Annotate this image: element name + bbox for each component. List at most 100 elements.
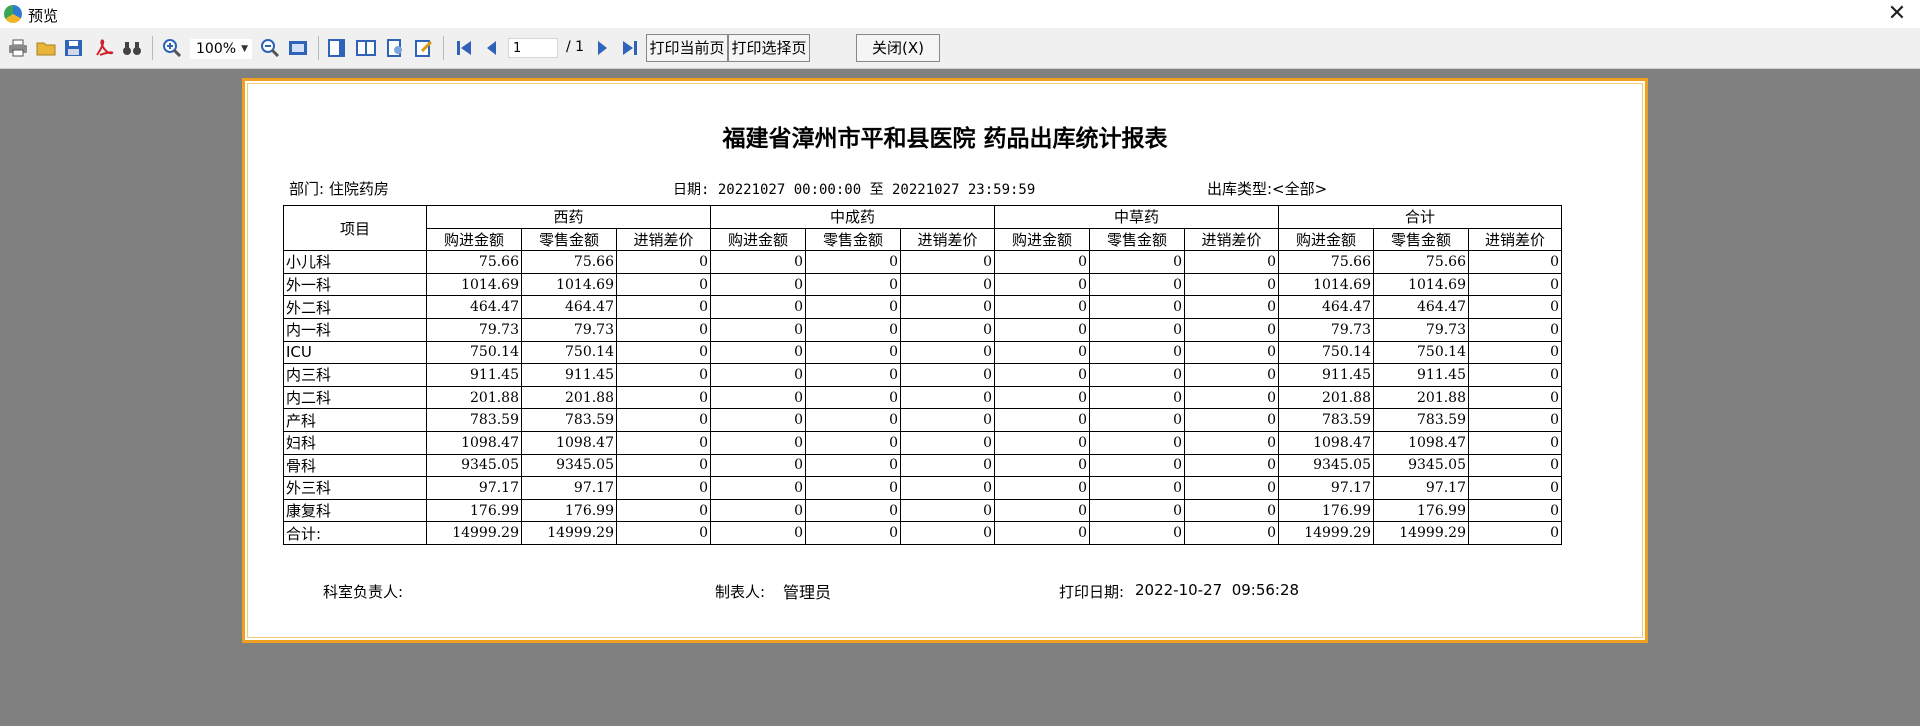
report-table: 项目 西药 中成药 中草药 合计 购进金额 零售金额 进销差价 购进金额 零售金额 进销差…	[283, 204, 1562, 545]
toolbar: 100% ▼ 1 / 1 打印当前页 打印选择页 关闭(X)	[0, 28, 1920, 69]
header-row-groups: 项目 西药 中成药 中草药 合计	[283, 204, 1562, 252]
table-cell: 0	[994, 385, 1090, 410]
column-header-sub: 进销差价	[616, 227, 711, 252]
print-selected-pages-button[interactable]: 打印选择页	[728, 34, 810, 62]
table-cell: 911.45	[1373, 363, 1469, 387]
table-cell: 75.66	[521, 250, 617, 274]
table-cell: 1014.69	[426, 272, 522, 297]
open-folder-icon[interactable]	[34, 36, 58, 60]
close-window-button[interactable]: ✕	[1884, 1, 1910, 27]
table-cell: 0	[1468, 295, 1562, 319]
zoom-out-icon[interactable]	[258, 36, 282, 60]
page-setup-icon[interactable]	[383, 36, 407, 60]
report-table-body: 小儿科 75.66 75.66 0 0 0 0 0 0 0 75.66 75.66 0 外一科 1014.6…	[283, 250, 1562, 545]
maker-name: 管理员	[783, 583, 832, 602]
table-cell: 0	[994, 521, 1090, 545]
title-bar: 预览 ✕	[0, 0, 1920, 28]
table-cell: 0	[805, 385, 901, 410]
column-header-sub: 零售金额	[1089, 227, 1185, 252]
table-cell: 0	[1089, 385, 1185, 410]
table-cell: 0	[805, 430, 901, 455]
table-cell: 9345.05	[426, 453, 522, 478]
table-cell: 0	[900, 430, 995, 455]
table-cell: 0	[1184, 498, 1279, 523]
table-cell: 0	[900, 521, 995, 545]
table-cell: 1014.69	[1278, 272, 1374, 297]
table-cell: 0	[616, 453, 711, 478]
group-header-western: 西药	[426, 205, 711, 229]
table-row: 外一科 1014.69 1014.69 0 0 0 0 0 0 0 1014.69 1014.69 0	[283, 272, 1562, 297]
table-row: 康复科 176.99 176.99 0 0 0 0 0 0 0 176.99 176.99 0	[283, 498, 1562, 523]
page-number-input[interactable]: 1	[508, 38, 558, 58]
table-cell: 911.45	[1278, 363, 1374, 387]
column-header-item: 项目	[283, 204, 427, 252]
table-cell: 911.45	[521, 363, 617, 387]
zoom-in-icon[interactable]	[160, 36, 184, 60]
table-cell: 14999.29	[1278, 521, 1374, 545]
table-cell: 0	[994, 250, 1090, 274]
table-row: 小儿科 75.66 75.66 0 0 0 0 0 0 0 75.66 75.66 0	[283, 250, 1562, 274]
table-cell: 0	[616, 385, 711, 410]
table-cell: 0	[616, 295, 711, 319]
toolbar-separator	[152, 36, 153, 60]
single-page-icon[interactable]	[325, 36, 349, 60]
last-page-icon[interactable]	[618, 36, 642, 60]
table-cell: 0	[900, 317, 995, 342]
table-cell: 0	[994, 476, 1090, 500]
fit-page-icon[interactable]	[286, 36, 310, 60]
table-cell: 0	[1184, 340, 1279, 365]
dept-head-label: 科室负责人:	[323, 583, 404, 601]
table-cell: 9345.05	[521, 453, 617, 478]
table-row: ICU 750.14 750.14 0 0 0 0 0 0 0 750.14 750.14 0	[283, 340, 1562, 365]
row-label: 内三科	[283, 363, 427, 387]
table-cell: 75.66	[1278, 250, 1374, 274]
table-cell: 0	[1468, 250, 1562, 274]
save-icon[interactable]	[62, 36, 86, 60]
table-cell: 0	[900, 408, 995, 432]
table-cell: 97.17	[426, 476, 522, 500]
table-cell: 176.99	[426, 498, 522, 523]
zoom-select[interactable]: 100% ▼	[190, 39, 252, 59]
table-cell: 0	[805, 295, 901, 319]
table-cell: 0	[1089, 272, 1185, 297]
outbound-type-label: 出库类型:<全部>	[1207, 180, 1328, 198]
page-total: / 1	[566, 39, 585, 55]
column-header-sub: 零售金额	[1373, 227, 1469, 252]
edit-page-icon[interactable]	[412, 36, 436, 60]
two-pages-icon[interactable]	[354, 36, 378, 60]
table-cell: 0	[1089, 295, 1185, 319]
table-cell: 0	[710, 498, 806, 523]
table-cell: 0	[900, 250, 995, 274]
table-cell: 0	[1468, 385, 1562, 410]
table-cell: 1098.47	[1373, 430, 1469, 455]
table-cell: 0	[616, 521, 711, 545]
table-cell: 0	[805, 498, 901, 523]
close-button[interactable]: 关闭(X)	[856, 34, 940, 62]
maker-label: 制表人:	[715, 583, 766, 601]
row-label: ICU	[283, 340, 427, 365]
first-page-icon[interactable]	[452, 36, 476, 60]
column-header-sub: 零售金额	[521, 227, 617, 252]
table-cell: 0	[1468, 476, 1562, 500]
table-cell: 1014.69	[521, 272, 617, 297]
table-cell: 0	[616, 250, 711, 274]
table-cell: 79.73	[426, 317, 522, 342]
row-label: 骨科	[283, 453, 427, 478]
table-cell: 0	[1184, 250, 1279, 274]
table-cell: 176.99	[1278, 498, 1374, 523]
table-cell: 783.59	[1373, 408, 1469, 432]
prev-page-icon[interactable]	[480, 36, 504, 60]
table-cell: 0	[1468, 272, 1562, 297]
print-current-page-button[interactable]: 打印当前页	[646, 34, 728, 62]
pdf-export-icon[interactable]	[92, 36, 116, 60]
print-icon[interactable]	[6, 36, 30, 60]
next-page-icon[interactable]	[590, 36, 614, 60]
table-cell: 911.45	[426, 363, 522, 387]
table-cell: 0	[1184, 295, 1279, 319]
row-label: 康复科	[283, 498, 427, 523]
table-cell: 1014.69	[1373, 272, 1469, 297]
find-binoculars-icon[interactable]	[120, 36, 144, 60]
row-label: 合计:	[283, 521, 427, 545]
column-header-sub: 进销差价	[900, 227, 995, 252]
table-cell: 79.73	[1373, 317, 1469, 342]
